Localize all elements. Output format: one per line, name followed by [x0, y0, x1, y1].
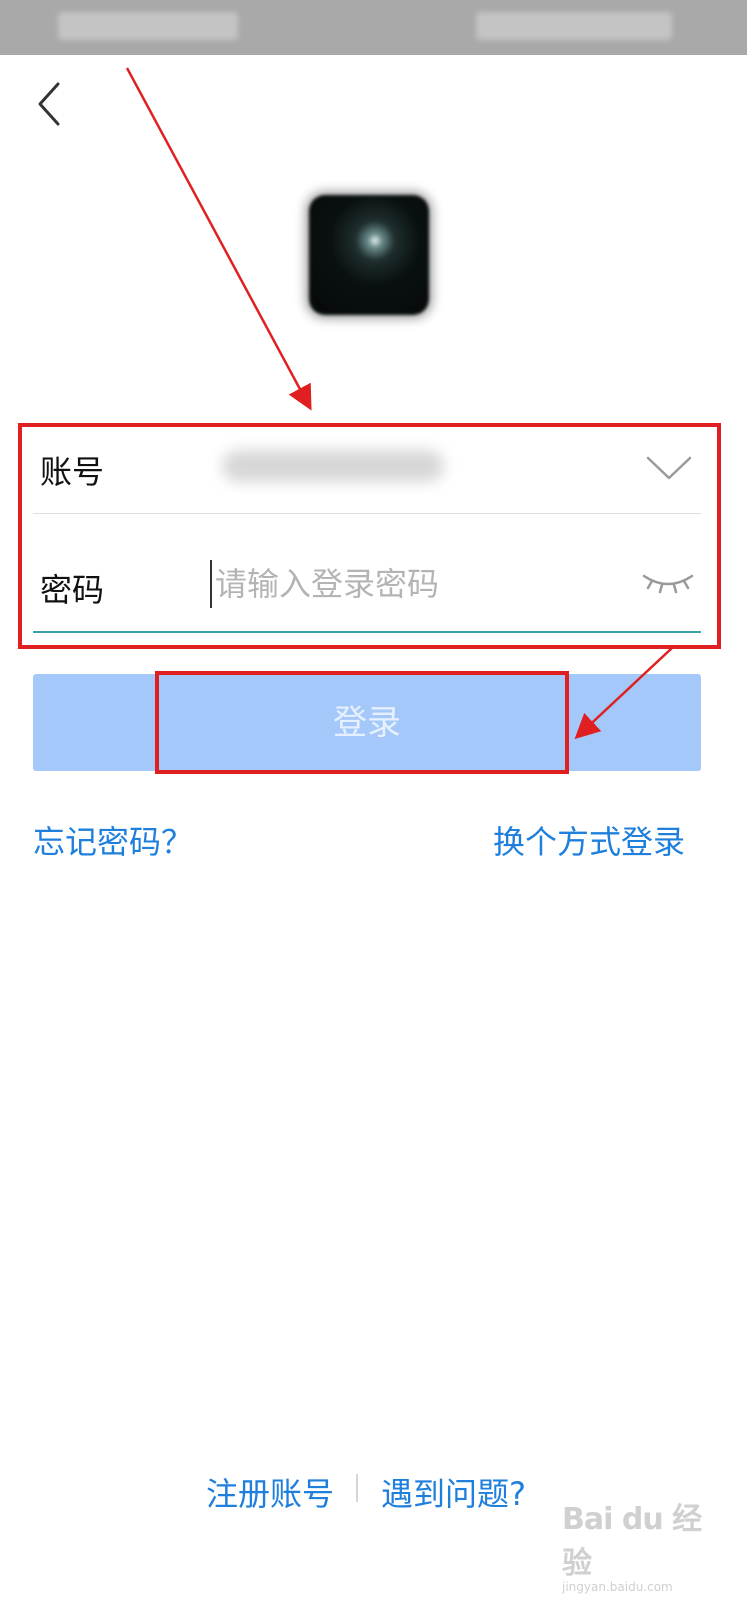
status-signal-blur	[58, 12, 238, 40]
form-divider	[33, 513, 701, 514]
annotation-arrow-to-form	[125, 67, 312, 411]
password-focus-underline	[33, 631, 701, 633]
account-value[interactable]	[222, 450, 444, 482]
status-battery-blur	[476, 12, 672, 40]
other-login-method-link[interactable]: 换个方式登录	[493, 817, 685, 863]
eye-closed-icon	[642, 574, 694, 594]
login-button[interactable]: 登录	[33, 674, 701, 771]
password-label: 密码	[40, 571, 105, 609]
help-link[interactable]: 遇到问题?	[381, 1469, 526, 1515]
password-visibility-toggle[interactable]	[640, 566, 696, 596]
chevron-down-icon	[646, 456, 692, 480]
account-dropdown-button[interactable]	[644, 450, 694, 484]
user-avatar	[309, 195, 429, 315]
password-input[interactable]	[210, 560, 625, 608]
account-label: 账号	[40, 453, 105, 491]
status-bar	[0, 0, 747, 55]
back-button[interactable]	[28, 78, 72, 130]
baidu-jingyan-watermark: Bai du 经验 jingyan.baidu.com	[562, 1494, 702, 1594]
watermark-logo: Bai du 经验	[562, 1502, 702, 1581]
chevron-left-icon	[38, 82, 60, 126]
watermark-url: jingyan.baidu.com	[562, 1580, 673, 1594]
forgot-password-link[interactable]: 忘记密码？	[33, 817, 193, 863]
register-link[interactable]: 注册账号	[206, 1469, 334, 1515]
footer-separator	[356, 1474, 358, 1502]
